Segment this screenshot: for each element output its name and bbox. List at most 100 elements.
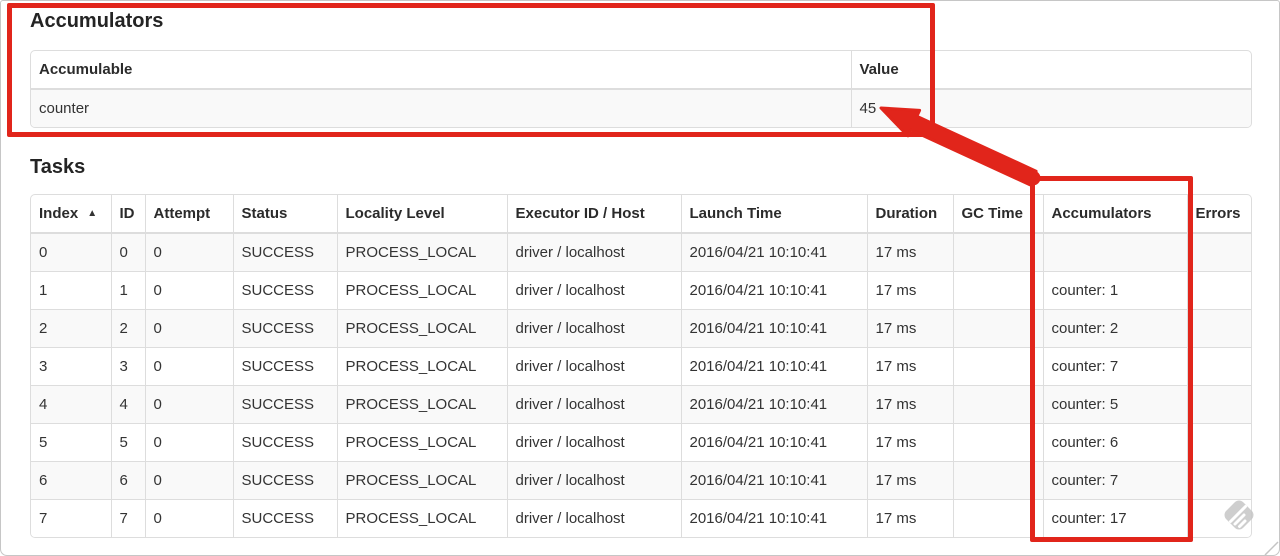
column-header-attempt[interactable]: Attempt <box>144 195 234 234</box>
task-cell-executor: driver / localhost <box>506 499 682 537</box>
task-cell-duration: 17 ms <box>866 347 954 386</box>
task-cell-attempt: 0 <box>144 347 234 386</box>
task-cell-locality: PROCESS_LOCAL <box>336 309 508 348</box>
resize-handle-icon <box>1264 541 1279 555</box>
task-row: 5 5 0 SUCCESS PROCESS_LOCAL driver / localhos… <box>31 423 1251 462</box>
task-cell-launch: 2016/04/21 10:10:41 <box>680 271 868 310</box>
column-header-id[interactable]: ID <box>110 195 146 234</box>
task-cell-duration: 17 ms <box>866 423 954 462</box>
task-row: 7 7 0 SUCCESS PROCESS_LOCAL driver / localhos… <box>31 499 1251 537</box>
task-cell-index: 1 <box>31 271 112 310</box>
task-cell-attempt: 0 <box>144 423 234 462</box>
accumulators-header-row: Accumulable Value <box>31 51 1251 90</box>
task-cell-locality: PROCESS_LOCAL <box>336 271 508 310</box>
task-row: 6 6 0 SUCCESS PROCESS_LOCAL driver / localhos… <box>31 461 1251 500</box>
task-cell-errors <box>1186 232 1251 272</box>
column-header-launch[interactable]: Launch Time <box>680 195 868 234</box>
task-cell-accumulators: counter: 5 <box>1042 385 1188 424</box>
task-cell-id: 5 <box>110 423 146 462</box>
accumulable-value-cell: 45 <box>850 88 1251 127</box>
task-cell-locality: PROCESS_LOCAL <box>336 347 508 386</box>
task-cell-locality: PROCESS_LOCAL <box>336 232 508 272</box>
column-header-duration[interactable]: Duration <box>866 195 954 234</box>
accumulators-table: Accumulable Value counter 45 <box>30 50 1252 128</box>
sort-ascending-icon: ▲ <box>87 208 98 219</box>
task-cell-gc_time <box>952 271 1044 310</box>
column-header-locality[interactable]: Locality Level <box>336 195 508 234</box>
task-cell-locality: PROCESS_LOCAL <box>336 461 508 500</box>
task-cell-gc_time <box>952 461 1044 500</box>
task-cell-status: SUCCESS <box>232 499 338 537</box>
task-cell-gc_time <box>952 385 1044 424</box>
task-cell-launch: 2016/04/21 10:10:41 <box>680 347 868 386</box>
task-cell-accumulators: counter: 1 <box>1042 271 1188 310</box>
task-row: 3 3 0 SUCCESS PROCESS_LOCAL driver / localhos… <box>31 347 1251 386</box>
task-cell-locality: PROCESS_LOCAL <box>336 423 508 462</box>
task-cell-index: 7 <box>31 499 112 537</box>
column-header-index[interactable]: Index ▲ <box>31 195 112 234</box>
task-cell-status: SUCCESS <box>232 347 338 386</box>
column-header-value: Value <box>850 51 1251 90</box>
task-cell-gc_time <box>952 423 1044 462</box>
column-header-errors[interactable]: Errors <box>1186 195 1251 234</box>
task-cell-accumulators: counter: 6 <box>1042 423 1188 462</box>
task-cell-status: SUCCESS <box>232 232 338 272</box>
task-cell-accumulators <box>1042 232 1188 272</box>
tasks-table-body: 0 0 0 SUCCESS PROCESS_LOCAL driver / localhos… <box>31 232 1251 537</box>
task-cell-locality: PROCESS_LOCAL <box>336 385 508 424</box>
task-cell-status: SUCCESS <box>232 271 338 310</box>
task-cell-id: 1 <box>110 271 146 310</box>
task-cell-locality: PROCESS_LOCAL <box>336 499 508 537</box>
task-cell-attempt: 0 <box>144 232 234 272</box>
task-cell-index: 5 <box>31 423 112 462</box>
column-header-status[interactable]: Status <box>232 195 338 234</box>
task-cell-launch: 2016/04/21 10:10:41 <box>680 461 868 500</box>
task-cell-launch: 2016/04/21 10:10:41 <box>680 423 868 462</box>
task-cell-id: 3 <box>110 347 146 386</box>
spark-stage-page: Accumulators Accumulable Value counter 4… <box>0 0 1280 556</box>
task-cell-errors <box>1186 271 1251 310</box>
column-header-executor[interactable]: Executor ID / Host <box>506 195 682 234</box>
task-cell-errors <box>1186 423 1251 462</box>
task-cell-errors <box>1186 309 1251 348</box>
task-cell-attempt: 0 <box>144 271 234 310</box>
task-cell-index: 6 <box>31 461 112 500</box>
task-cell-duration: 17 ms <box>866 309 954 348</box>
task-cell-index: 3 <box>31 347 112 386</box>
task-cell-attempt: 0 <box>144 461 234 500</box>
task-cell-launch: 2016/04/21 10:10:41 <box>680 385 868 424</box>
task-cell-index: 2 <box>31 309 112 348</box>
task-cell-executor: driver / localhost <box>506 347 682 386</box>
task-cell-duration: 17 ms <box>866 499 954 537</box>
column-header-accumulators[interactable]: Accumulators <box>1042 195 1188 234</box>
task-cell-launch: 2016/04/21 10:10:41 <box>680 499 868 537</box>
task-cell-gc_time <box>952 347 1044 386</box>
task-cell-attempt: 0 <box>144 309 234 348</box>
task-cell-id: 0 <box>110 232 146 272</box>
task-cell-id: 2 <box>110 309 146 348</box>
column-header-gc_time[interactable]: GC Time <box>952 195 1044 234</box>
task-cell-duration: 17 ms <box>866 461 954 500</box>
task-cell-status: SUCCESS <box>232 461 338 500</box>
task-cell-errors <box>1186 347 1251 386</box>
task-cell-executor: driver / localhost <box>506 309 682 348</box>
task-cell-status: SUCCESS <box>232 309 338 348</box>
tasks-section-title: Tasks <box>30 156 86 178</box>
task-cell-gc_time <box>952 232 1044 272</box>
task-cell-executor: driver / localhost <box>506 385 682 424</box>
task-cell-gc_time <box>952 309 1044 348</box>
column-header-accumulable: Accumulable <box>31 51 852 90</box>
task-cell-accumulators: counter: 7 <box>1042 347 1188 386</box>
task-row: 1 1 0 SUCCESS PROCESS_LOCAL driver / localhos… <box>31 271 1251 310</box>
task-cell-accumulators: counter: 7 <box>1042 461 1188 500</box>
task-cell-id: 6 <box>110 461 146 500</box>
accumulator-row: counter 45 <box>31 88 1251 127</box>
task-cell-executor: driver / localhost <box>506 423 682 462</box>
task-cell-attempt: 0 <box>144 499 234 537</box>
accumulable-name-cell: counter <box>31 88 852 127</box>
task-cell-status: SUCCESS <box>232 423 338 462</box>
task-cell-attempt: 0 <box>144 385 234 424</box>
task-cell-id: 4 <box>110 385 146 424</box>
task-cell-executor: driver / localhost <box>506 232 682 272</box>
task-cell-index: 4 <box>31 385 112 424</box>
